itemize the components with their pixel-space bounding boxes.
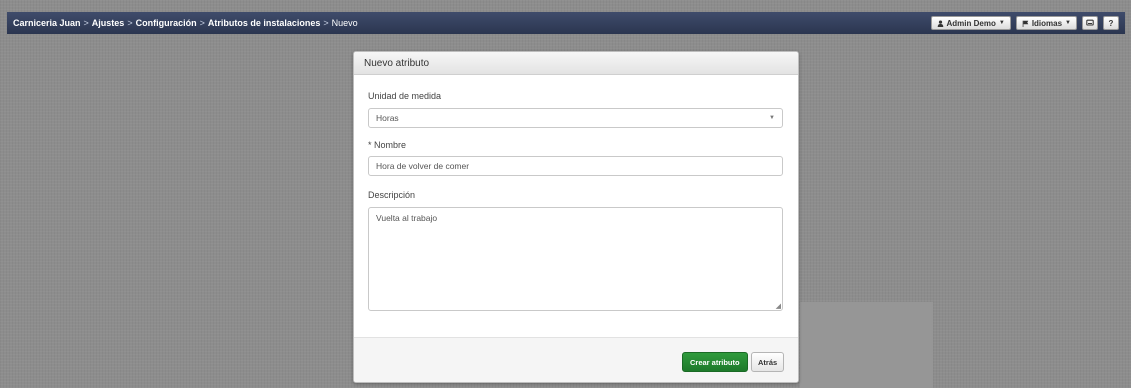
language-menu-label: Idiomas xyxy=(1031,18,1063,28)
breadcrumb-item-company[interactable]: Carniceria Juan xyxy=(13,18,81,28)
background-panel xyxy=(800,302,933,388)
user-menu-button[interactable]: Admin Demo ▼ xyxy=(930,16,1011,30)
breadcrumb-separator: > xyxy=(323,18,329,28)
chat-icon xyxy=(1086,19,1094,26)
help-icon: ? xyxy=(1108,18,1114,28)
user-menu-label: Admin Demo xyxy=(946,18,996,28)
user-icon xyxy=(937,19,943,27)
dialog-footer: Crear atributo Atrás xyxy=(354,337,798,382)
new-attribute-dialog: Nuevo atributo Unidad de medida Horas ▼ … xyxy=(353,51,799,383)
chevron-down-icon: ▼ xyxy=(1065,20,1071,26)
breadcrumb-item-facility-attributes[interactable]: Atributos de instalaciones xyxy=(208,18,321,28)
create-attribute-button[interactable]: Crear atributo xyxy=(682,352,748,372)
description-textarea-value: Vuelta al trabajo xyxy=(376,213,438,223)
chat-button[interactable] xyxy=(1082,16,1098,30)
resize-handle-icon[interactable]: ◢ xyxy=(776,302,781,310)
flag-icon xyxy=(1022,20,1029,27)
name-label: * Nombre xyxy=(368,140,407,150)
description-textarea[interactable]: Vuelta al trabajo ◢ xyxy=(368,207,783,311)
back-button[interactable]: Atrás xyxy=(751,352,785,372)
top-navigation-bar: Carniceria Juan > Ajustes > Configuració… xyxy=(7,12,1125,34)
breadcrumb: Carniceria Juan > Ajustes > Configuració… xyxy=(13,18,358,28)
help-button[interactable]: ? xyxy=(1103,16,1119,30)
breadcrumb-separator: > xyxy=(127,18,133,28)
breadcrumb-separator: > xyxy=(199,18,205,28)
breadcrumb-separator: > xyxy=(83,18,89,28)
dialog-title: Nuevo atributo xyxy=(364,57,430,69)
unit-select-value: Horas xyxy=(376,113,399,123)
unit-select[interactable]: Horas ▼ xyxy=(368,108,783,128)
name-input-value: Hora de volver de comer xyxy=(376,161,470,171)
description-label: Descripción xyxy=(368,190,416,200)
chevron-down-icon: ▼ xyxy=(998,20,1005,26)
unit-label: Unidad de medida xyxy=(368,91,442,101)
breadcrumb-current: Nuevo xyxy=(331,18,358,28)
name-input[interactable]: Hora de volver de comer xyxy=(368,156,783,176)
dialog-header: Nuevo atributo xyxy=(354,52,798,75)
breadcrumb-item-configuration[interactable]: Configuración xyxy=(136,18,197,28)
breadcrumb-item-settings[interactable]: Ajustes xyxy=(92,18,125,28)
chevron-down-icon: ▼ xyxy=(769,115,775,121)
language-menu-button[interactable]: Idiomas ▼ xyxy=(1015,16,1077,30)
